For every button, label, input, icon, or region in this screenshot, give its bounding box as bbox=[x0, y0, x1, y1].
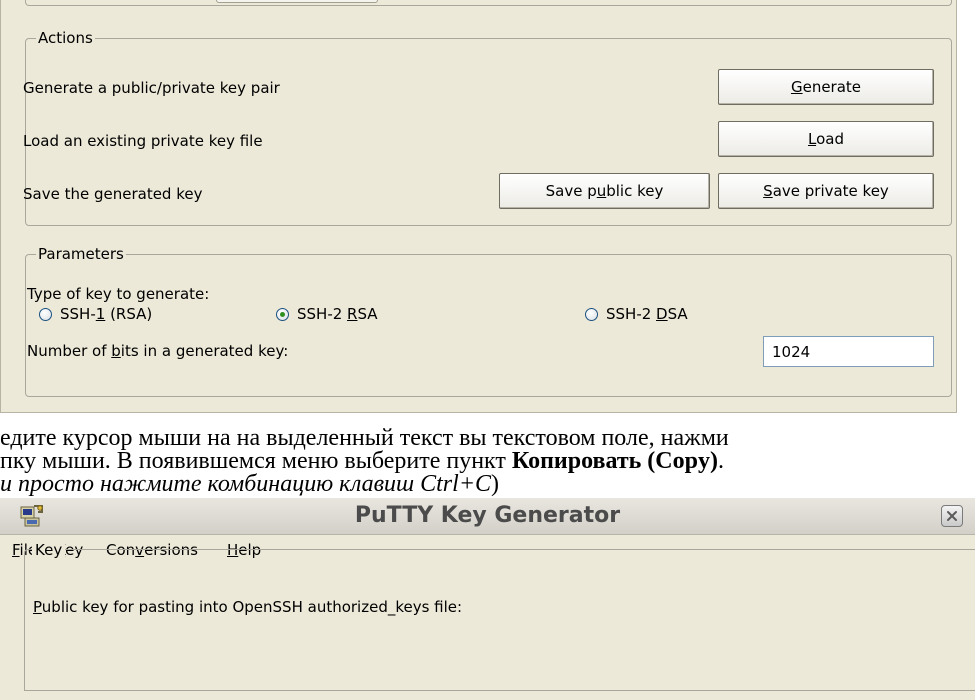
previous-groupbox-edge bbox=[25, 0, 952, 6]
radio-ssh2-dsa[interactable]: SSH-2 DSA bbox=[585, 305, 688, 323]
close-icon bbox=[947, 511, 957, 521]
bits-label: Number of bits in a generated key: bbox=[27, 342, 289, 360]
menu-conversions[interactable]: Conversions bbox=[106, 541, 198, 559]
bits-input[interactable] bbox=[763, 336, 934, 367]
save-public-key-button[interactable]: Save public key bbox=[499, 173, 710, 209]
instruction-line-3: и просто нажмите комбинацию клавиш Ctrl+… bbox=[0, 471, 500, 497]
parameters-groupbox: Parameters bbox=[25, 245, 952, 397]
radio-icon bbox=[585, 307, 598, 321]
menu-file[interactable]: File bbox=[12, 541, 37, 559]
window-title: PuTTY Key Generator bbox=[354, 503, 621, 528]
radio-selected-icon bbox=[276, 307, 289, 321]
actions-legend: Actions bbox=[38, 29, 93, 47]
save-private-key-button[interactable]: Save private key bbox=[718, 173, 934, 209]
radio-ssh2-rsa[interactable]: SSH-2 RSA bbox=[276, 305, 378, 323]
previous-button-edge bbox=[216, 0, 378, 3]
close-button[interactable] bbox=[941, 505, 963, 527]
menu-bar: File Key Conversions Help bbox=[0, 535, 975, 567]
radio-icon bbox=[39, 307, 52, 321]
load-button[interactable]: Load bbox=[718, 121, 934, 157]
parameters-legend: Parameters bbox=[38, 245, 124, 263]
radio-ssh2-rsa-label: SSH-2 RSA bbox=[297, 305, 378, 323]
load-row-label: Load an existing private key file bbox=[23, 132, 263, 150]
generate-row-label: Generate a public/private key pair bbox=[23, 79, 280, 97]
window-body: File Key Conversions Help bbox=[0, 535, 975, 700]
title-bar[interactable]: PuTTY Key Generator bbox=[0, 498, 975, 535]
generate-button[interactable]: Generate bbox=[718, 69, 934, 105]
menu-key[interactable]: Key bbox=[56, 541, 83, 559]
radio-ssh2-dsa-label: SSH-2 DSA bbox=[606, 305, 688, 323]
key-type-label: Type of key to generate: bbox=[27, 285, 210, 303]
radio-ssh1-label: SSH-1 (RSA) bbox=[60, 305, 153, 323]
save-row-label: Save the generated key bbox=[23, 185, 203, 203]
putty-keygen-window: PuTTY Key Generator File Key Conversions… bbox=[0, 498, 975, 700]
radio-ssh1-rsa[interactable]: SSH-1 (RSA) bbox=[39, 305, 152, 323]
menu-help[interactable]: Help bbox=[227, 541, 261, 559]
keygen-dialog-fragment: Actions Generate a public/private key pa… bbox=[0, 0, 957, 413]
